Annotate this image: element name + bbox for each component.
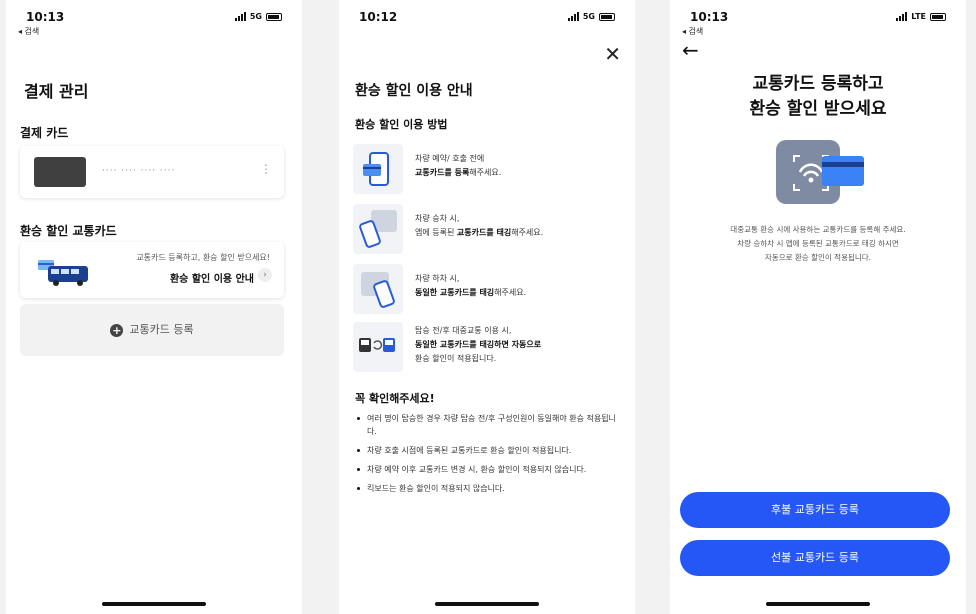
chevron-right-icon[interactable]: › xyxy=(258,268,272,282)
step-text: 앱에 등록된 xyxy=(415,228,457,237)
step-alight-tag: 차량 하차 시, 동일한 교통카드를 태깅해주세요. xyxy=(353,264,623,318)
network-type: 5G xyxy=(249,12,262,21)
signal-icon xyxy=(896,12,908,21)
home-indicator xyxy=(102,602,206,606)
title-line: 환승 할인 받으세요 xyxy=(749,99,887,119)
status-time: 10:13 xyxy=(690,10,729,24)
close-icon[interactable]: ✕ xyxy=(604,44,621,64)
notice-title: 꼭 확인해주세요! xyxy=(355,392,435,405)
phone-card-icon xyxy=(363,152,389,186)
title-line: 교통카드 등록하고 xyxy=(752,74,884,94)
payment-card-item[interactable]: ···· ···· ···· ···· ⋮ xyxy=(20,146,284,198)
list-item: 여러 명이 탑승한 경우 차량 탑승 전/후 구성인원이 동일해야 환승 적용됩… xyxy=(355,412,617,438)
status-bar: 10:12 5G xyxy=(339,10,635,26)
payment-management-screen: 10:13 ◂ 검색 5G 결제 관리 결제 카드 ···· ···· ····… xyxy=(6,0,302,614)
network-type: 5G xyxy=(582,12,595,21)
list-item: 킥보드는 환승 할인이 적용되지 않습니다. xyxy=(355,482,617,495)
bus-illustration-icon xyxy=(38,260,88,286)
phone-tag-icon xyxy=(361,272,395,308)
add-transit-card-label: 교통카드 등록 xyxy=(129,323,194,336)
plus-icon: + xyxy=(110,323,124,337)
status-time: 10:13 xyxy=(26,10,65,24)
usage-method-title: 환승 할인 이용 방법 xyxy=(355,118,448,131)
contactless-card-icon xyxy=(776,140,864,204)
status-bar: 10:13 ◂ 검색 LTE xyxy=(670,10,966,36)
step-register: 차량 예약/ 호출 전에 교통카드를 등록해주세요. xyxy=(353,144,623,198)
payment-card-section-title: 결제 카드 xyxy=(20,126,69,140)
promo-description: 교통카드 등록하고, 환승 할인 받으세요! xyxy=(136,253,270,262)
step-text-bold: 동일한 교통카드를 태깅하면 자동으로 xyxy=(415,340,542,349)
step-text-bold: 교통카드를 태깅 xyxy=(456,228,512,237)
notice-list: 여러 명이 탑승한 경우 차량 탑승 전/후 구성인원이 동일해야 환승 적용됩… xyxy=(355,412,617,501)
step-text: 탑승 전/후 대중교통 이용 시, xyxy=(415,326,512,335)
description-line: 자동으로 환승 할인이 적용됩니다. xyxy=(764,253,872,262)
back-to-search-link[interactable]: ◂ 검색 xyxy=(18,26,39,37)
step-transfer: 탑승 전/후 대중교통 이용 시, 동일한 교통카드를 태깅하면 자동으로 환승… xyxy=(353,322,623,376)
card-number: ···· ···· ···· ···· xyxy=(102,166,176,176)
status-bar: 10:13 ◂ 검색 5G xyxy=(6,10,302,36)
step-text: 해주세요. xyxy=(494,288,527,297)
register-prepaid-card-button[interactable]: 선불 교통카드 등록 xyxy=(680,540,950,576)
page-title: 교통카드 등록하고 환승 할인 받으세요 xyxy=(670,72,966,122)
step-text: 차량 예약/ 호출 전에 xyxy=(415,154,485,163)
list-item: 차량 호출 시점에 등록된 교통카드로 환승 할인이 적용됩니다. xyxy=(355,444,617,457)
description-line: 대중교통 환승 시에 사용하는 교통카드를 등록해 주세요. xyxy=(730,225,906,234)
step-text-bold: 동일한 교통카드를 태깅 xyxy=(415,288,495,297)
register-transit-card-screen: 10:13 ◂ 검색 LTE ← 교통카드 등록하고 환승 할인 받으세요 대중… xyxy=(670,0,966,614)
add-transit-card-button[interactable]: + 교통카드 등록 xyxy=(20,304,284,356)
transfer-discount-promo[interactable]: 교통카드 등록하고, 환승 할인 받으세요! 환승 할인 이용 안내 › xyxy=(20,242,284,298)
transfer-guide-screen: 10:12 5G ✕ 환승 할인 이용 안내 환승 할인 이용 방법 차량 예약… xyxy=(339,0,635,614)
step-board-tag: 차량 승차 시, 앱에 등록된 교통카드를 태깅해주세요. xyxy=(353,204,623,258)
battery-icon xyxy=(930,12,946,21)
back-arrow-icon[interactable]: ← xyxy=(682,40,699,60)
register-postpaid-card-button[interactable]: 후불 교통카드 등록 xyxy=(680,492,950,528)
list-item: 차량 예약 이후 교통카드 변경 시, 환승 할인이 적용되지 않습니다. xyxy=(355,463,617,476)
step-text: 해주세요. xyxy=(469,168,502,177)
network-type: LTE xyxy=(911,12,926,21)
discount-section-title: 환승 할인 교통카드 xyxy=(20,224,117,238)
register-description: 대중교통 환승 시에 사용하는 교통카드를 등록해 주세요. 차량 승하차 시 … xyxy=(670,223,966,265)
home-indicator xyxy=(435,602,539,606)
step-text: 차량 승차 시, xyxy=(415,214,460,223)
page-title: 결제 관리 xyxy=(24,82,89,101)
more-options-icon[interactable]: ⋮ xyxy=(260,162,272,176)
home-indicator xyxy=(766,602,870,606)
status-time: 10:12 xyxy=(359,10,398,24)
back-to-search-link[interactable]: ◂ 검색 xyxy=(682,26,703,37)
phone-tag-icon xyxy=(359,210,397,248)
battery-icon xyxy=(266,12,282,21)
step-text: 차량 하차 시, xyxy=(415,274,460,283)
signal-icon xyxy=(567,12,579,21)
card-thumbnail xyxy=(34,157,86,187)
description-line: 차량 승하차 시 앱에 등록된 교통카드로 태깅 하시면 xyxy=(737,239,899,248)
bus-transfer-icon xyxy=(359,338,395,352)
page-title: 환승 할인 이용 안내 xyxy=(355,83,473,99)
step-text-bold: 교통카드를 등록 xyxy=(415,168,470,177)
signal-icon xyxy=(234,12,246,21)
step-text: 해주세요. xyxy=(511,228,544,237)
battery-icon xyxy=(599,12,615,21)
step-text: 환승 할인이 적용됩니다. xyxy=(415,354,497,363)
transfer-guide-link[interactable]: 환승 할인 이용 안내 xyxy=(170,270,254,285)
